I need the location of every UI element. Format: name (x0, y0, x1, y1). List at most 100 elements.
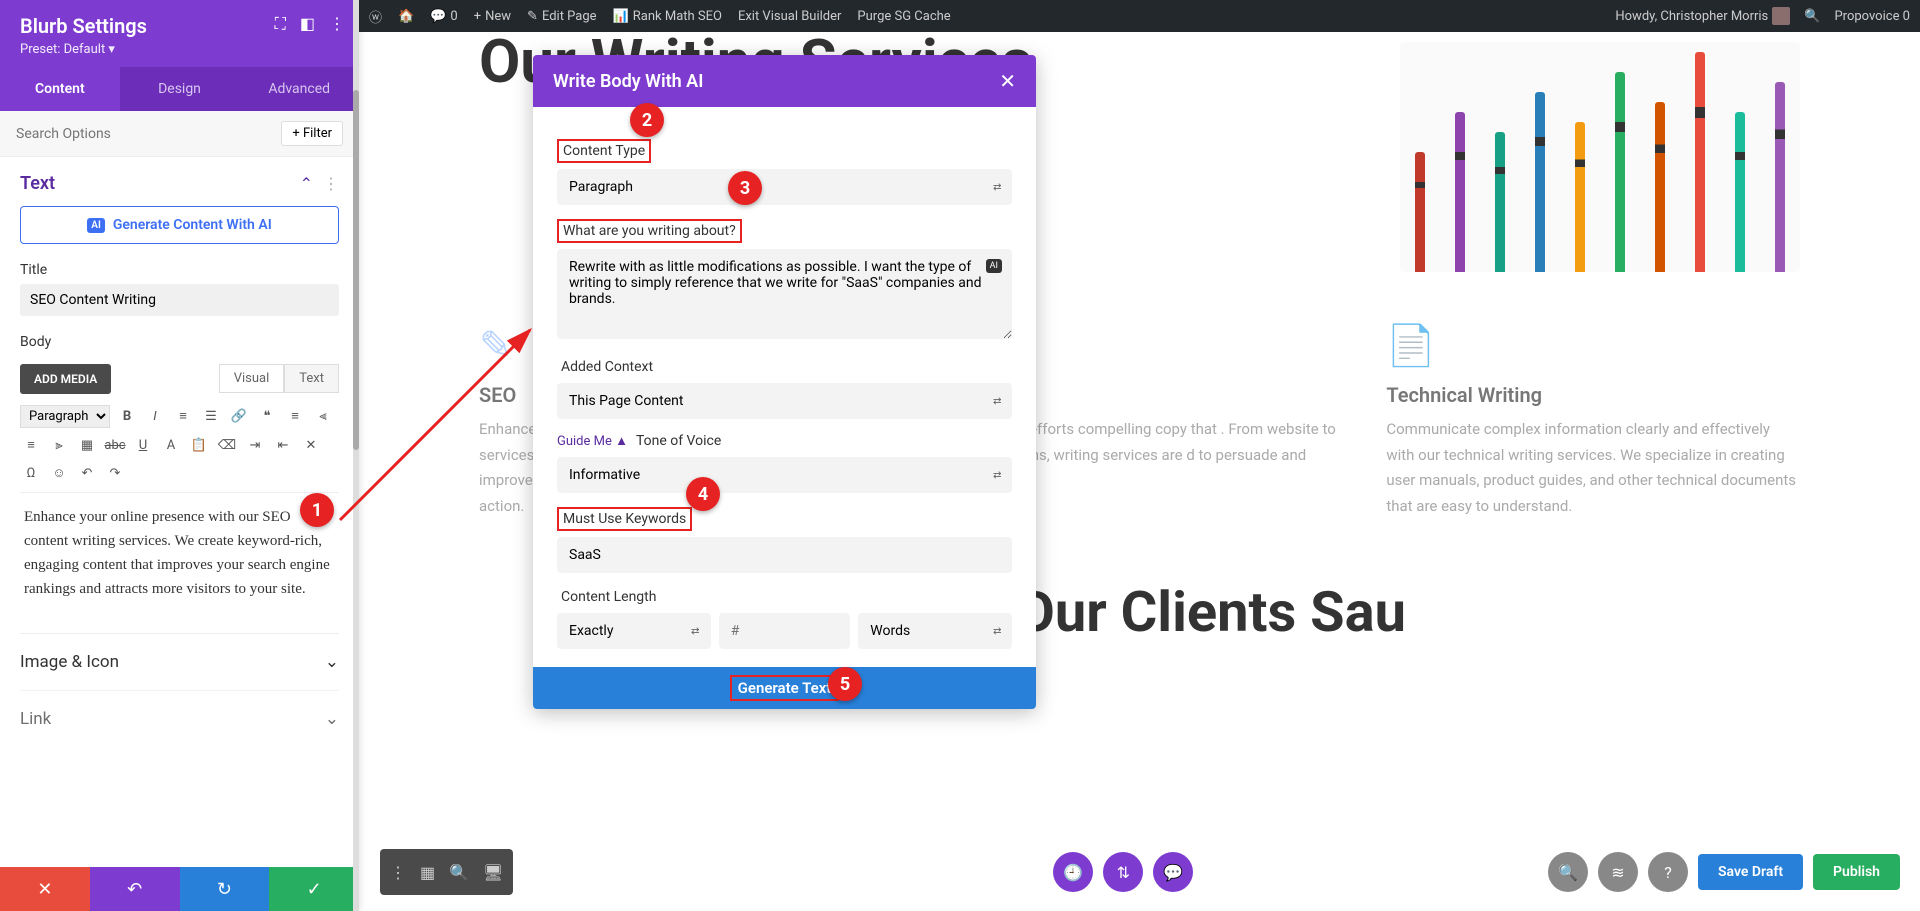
howdy-user[interactable]: Howdy, Christopher Morris (1615, 7, 1790, 25)
indent-icon[interactable]: ⇥ (244, 434, 266, 456)
length-unit-select[interactable]: Words (858, 613, 1012, 649)
more-icon[interactable]: ⋮ (329, 14, 345, 34)
filter-button[interactable]: + Filter (281, 121, 343, 146)
tab-design[interactable]: Design (120, 67, 240, 111)
fullscreen-icon[interactable]: ✕ (300, 434, 322, 456)
preset-dropdown[interactable]: Preset: Default ▾ (20, 42, 339, 57)
clear-icon[interactable]: ⌫ (216, 434, 238, 456)
sidebar-footer: ✕ ↶ ↻ ✓ (0, 867, 359, 911)
bold-icon[interactable]: B (116, 405, 138, 427)
title-input[interactable] (20, 284, 339, 316)
quote-icon[interactable]: ❝ (256, 405, 278, 427)
text-section-title: Text (20, 173, 55, 194)
title-label: Title (20, 262, 339, 278)
sidebar-scrollbar[interactable] (353, 0, 359, 911)
strikethrough-icon[interactable]: abc (104, 434, 126, 456)
link-icon[interactable]: 🔗 (228, 405, 250, 427)
callout-5: 5 (828, 667, 862, 701)
wp-logo-icon[interactable]: ⓦ (369, 7, 382, 26)
tone-select[interactable]: Informative (557, 457, 1012, 493)
new-item[interactable]: + New (474, 9, 511, 24)
settings-sidebar: Blurb Settings Preset: Default ▾ ⛶ ◧ ⋮ C… (0, 0, 359, 911)
added-context-select[interactable]: This Page Content (557, 383, 1012, 419)
table-icon[interactable]: ▦ (76, 434, 98, 456)
text-section-header[interactable]: Text ⌃ ⋮ (20, 173, 339, 194)
tab-content[interactable]: Content (0, 67, 120, 111)
keywords-input[interactable] (557, 537, 1012, 573)
redo-icon[interactable]: ↷ (104, 462, 126, 484)
language-label: Language (557, 663, 626, 667)
search-row: + Filter (0, 111, 359, 157)
swap-icon[interactable]: ⇅ (1103, 852, 1143, 892)
length-number-input[interactable] (719, 613, 851, 649)
underline-icon[interactable]: U (132, 434, 154, 456)
chat-icon[interactable]: 💬 (1153, 852, 1193, 892)
chevron-up-icon[interactable]: ⌃ (300, 174, 313, 193)
section-more-icon[interactable]: ⋮ (323, 174, 339, 193)
image-icon-section[interactable]: Image & Icon ⌄ (20, 633, 339, 690)
italic-icon[interactable]: I (144, 405, 166, 427)
close-icon[interactable]: ✕ (999, 69, 1016, 93)
align-center-icon[interactable]: ≡ (20, 434, 42, 456)
search-input[interactable] (16, 126, 273, 142)
emoji-icon[interactable]: ☺ (48, 462, 70, 484)
ai-badge-icon[interactable]: AI (986, 259, 1002, 273)
zoom-icon[interactable]: 🔍 (449, 863, 469, 882)
avatar (1772, 7, 1790, 25)
paragraph-select[interactable]: Paragraph (20, 405, 110, 428)
redo-button[interactable]: ↻ (180, 867, 270, 911)
search-page-icon[interactable]: 🔍 (1548, 852, 1588, 892)
more-tools-icon[interactable]: ⋮ (390, 863, 406, 882)
purge-cache-item[interactable]: Purge SG Cache (857, 9, 950, 24)
align-icon[interactable]: ≡ (284, 405, 306, 427)
link-section[interactable]: Link ⌄ (20, 690, 339, 733)
textcolor-icon[interactable]: A (160, 434, 182, 456)
save-draft-button[interactable]: Save Draft (1698, 854, 1803, 890)
comments-count: 0 (450, 9, 457, 24)
cancel-button[interactable]: ✕ (0, 867, 90, 911)
exit-vb-item[interactable]: Exit Visual Builder (738, 9, 841, 24)
search-admin-icon[interactable]: 🔍 (1804, 9, 1820, 24)
callout-2: 2 (630, 103, 664, 137)
ul-icon[interactable]: ≡ (172, 405, 194, 427)
generate-text-button[interactable]: Generate Text (533, 667, 1036, 709)
undo-icon[interactable]: ↶ (76, 462, 98, 484)
tone-label: Tone of Voice (632, 431, 725, 451)
guide-me-toggle[interactable]: Guide Me ▲ (557, 433, 628, 449)
added-context-label: Added Context (557, 357, 657, 377)
history-icon[interactable]: 🕘 (1053, 852, 1093, 892)
paste-icon[interactable]: 📋 (188, 434, 210, 456)
panel-icon[interactable]: ◧ (300, 14, 315, 34)
undo-button[interactable]: ↶ (90, 867, 180, 911)
writing-about-label: What are you writing about? (557, 219, 742, 243)
edit-page-item[interactable]: ✎ Edit Page (527, 9, 597, 24)
expand-icon[interactable]: ⛶ (275, 14, 286, 34)
editor-tab-text[interactable]: Text (284, 364, 339, 393)
callout-4: 4 (686, 477, 720, 511)
editor-tab-visual[interactable]: Visual (219, 364, 285, 393)
publish-button[interactable]: Publish (1813, 854, 1900, 890)
confirm-button[interactable]: ✓ (269, 867, 359, 911)
desktop-icon[interactable]: 🖥 (483, 863, 503, 882)
wireframe-icon[interactable]: ▦ (420, 863, 435, 882)
site-icon[interactable]: 🏠 (398, 9, 414, 24)
ol-icon[interactable]: ☰ (200, 405, 222, 427)
propovoice-item[interactable]: Propovoice 0 (1834, 9, 1910, 24)
rank-math-item[interactable]: 📊 Rank Math SEO (613, 9, 722, 24)
generate-content-button[interactable]: AI Generate Content With AI (20, 206, 339, 244)
body-editor[interactable]: Enhance your online presence with our SE… (20, 493, 339, 633)
comments-item[interactable]: 💬 0 (430, 9, 458, 24)
special-char-icon[interactable]: Ω (20, 462, 42, 484)
add-media-button[interactable]: ADD MEDIA (20, 364, 111, 394)
align-left-icon[interactable]: ⫷ (312, 405, 334, 427)
content-type-select[interactable]: Paragraph (557, 169, 1012, 205)
outdent-icon[interactable]: ⇤ (272, 434, 294, 456)
layers-icon[interactable]: ≋ (1598, 852, 1638, 892)
bottom-toolbar: ⋮ ▦ 🔍 🖥 🕘 ⇅ 💬 🔍 ≋ ? Save Draft Publish (380, 849, 1900, 895)
tab-advanced[interactable]: Advanced (239, 67, 359, 111)
align-right-icon[interactable]: ⫸ (48, 434, 70, 456)
ai-icon: AI (87, 218, 105, 233)
help-icon[interactable]: ? (1648, 852, 1688, 892)
length-mode-select[interactable]: Exactly (557, 613, 711, 649)
writing-about-textarea[interactable]: Rewrite with as little modifications as … (557, 249, 1012, 339)
